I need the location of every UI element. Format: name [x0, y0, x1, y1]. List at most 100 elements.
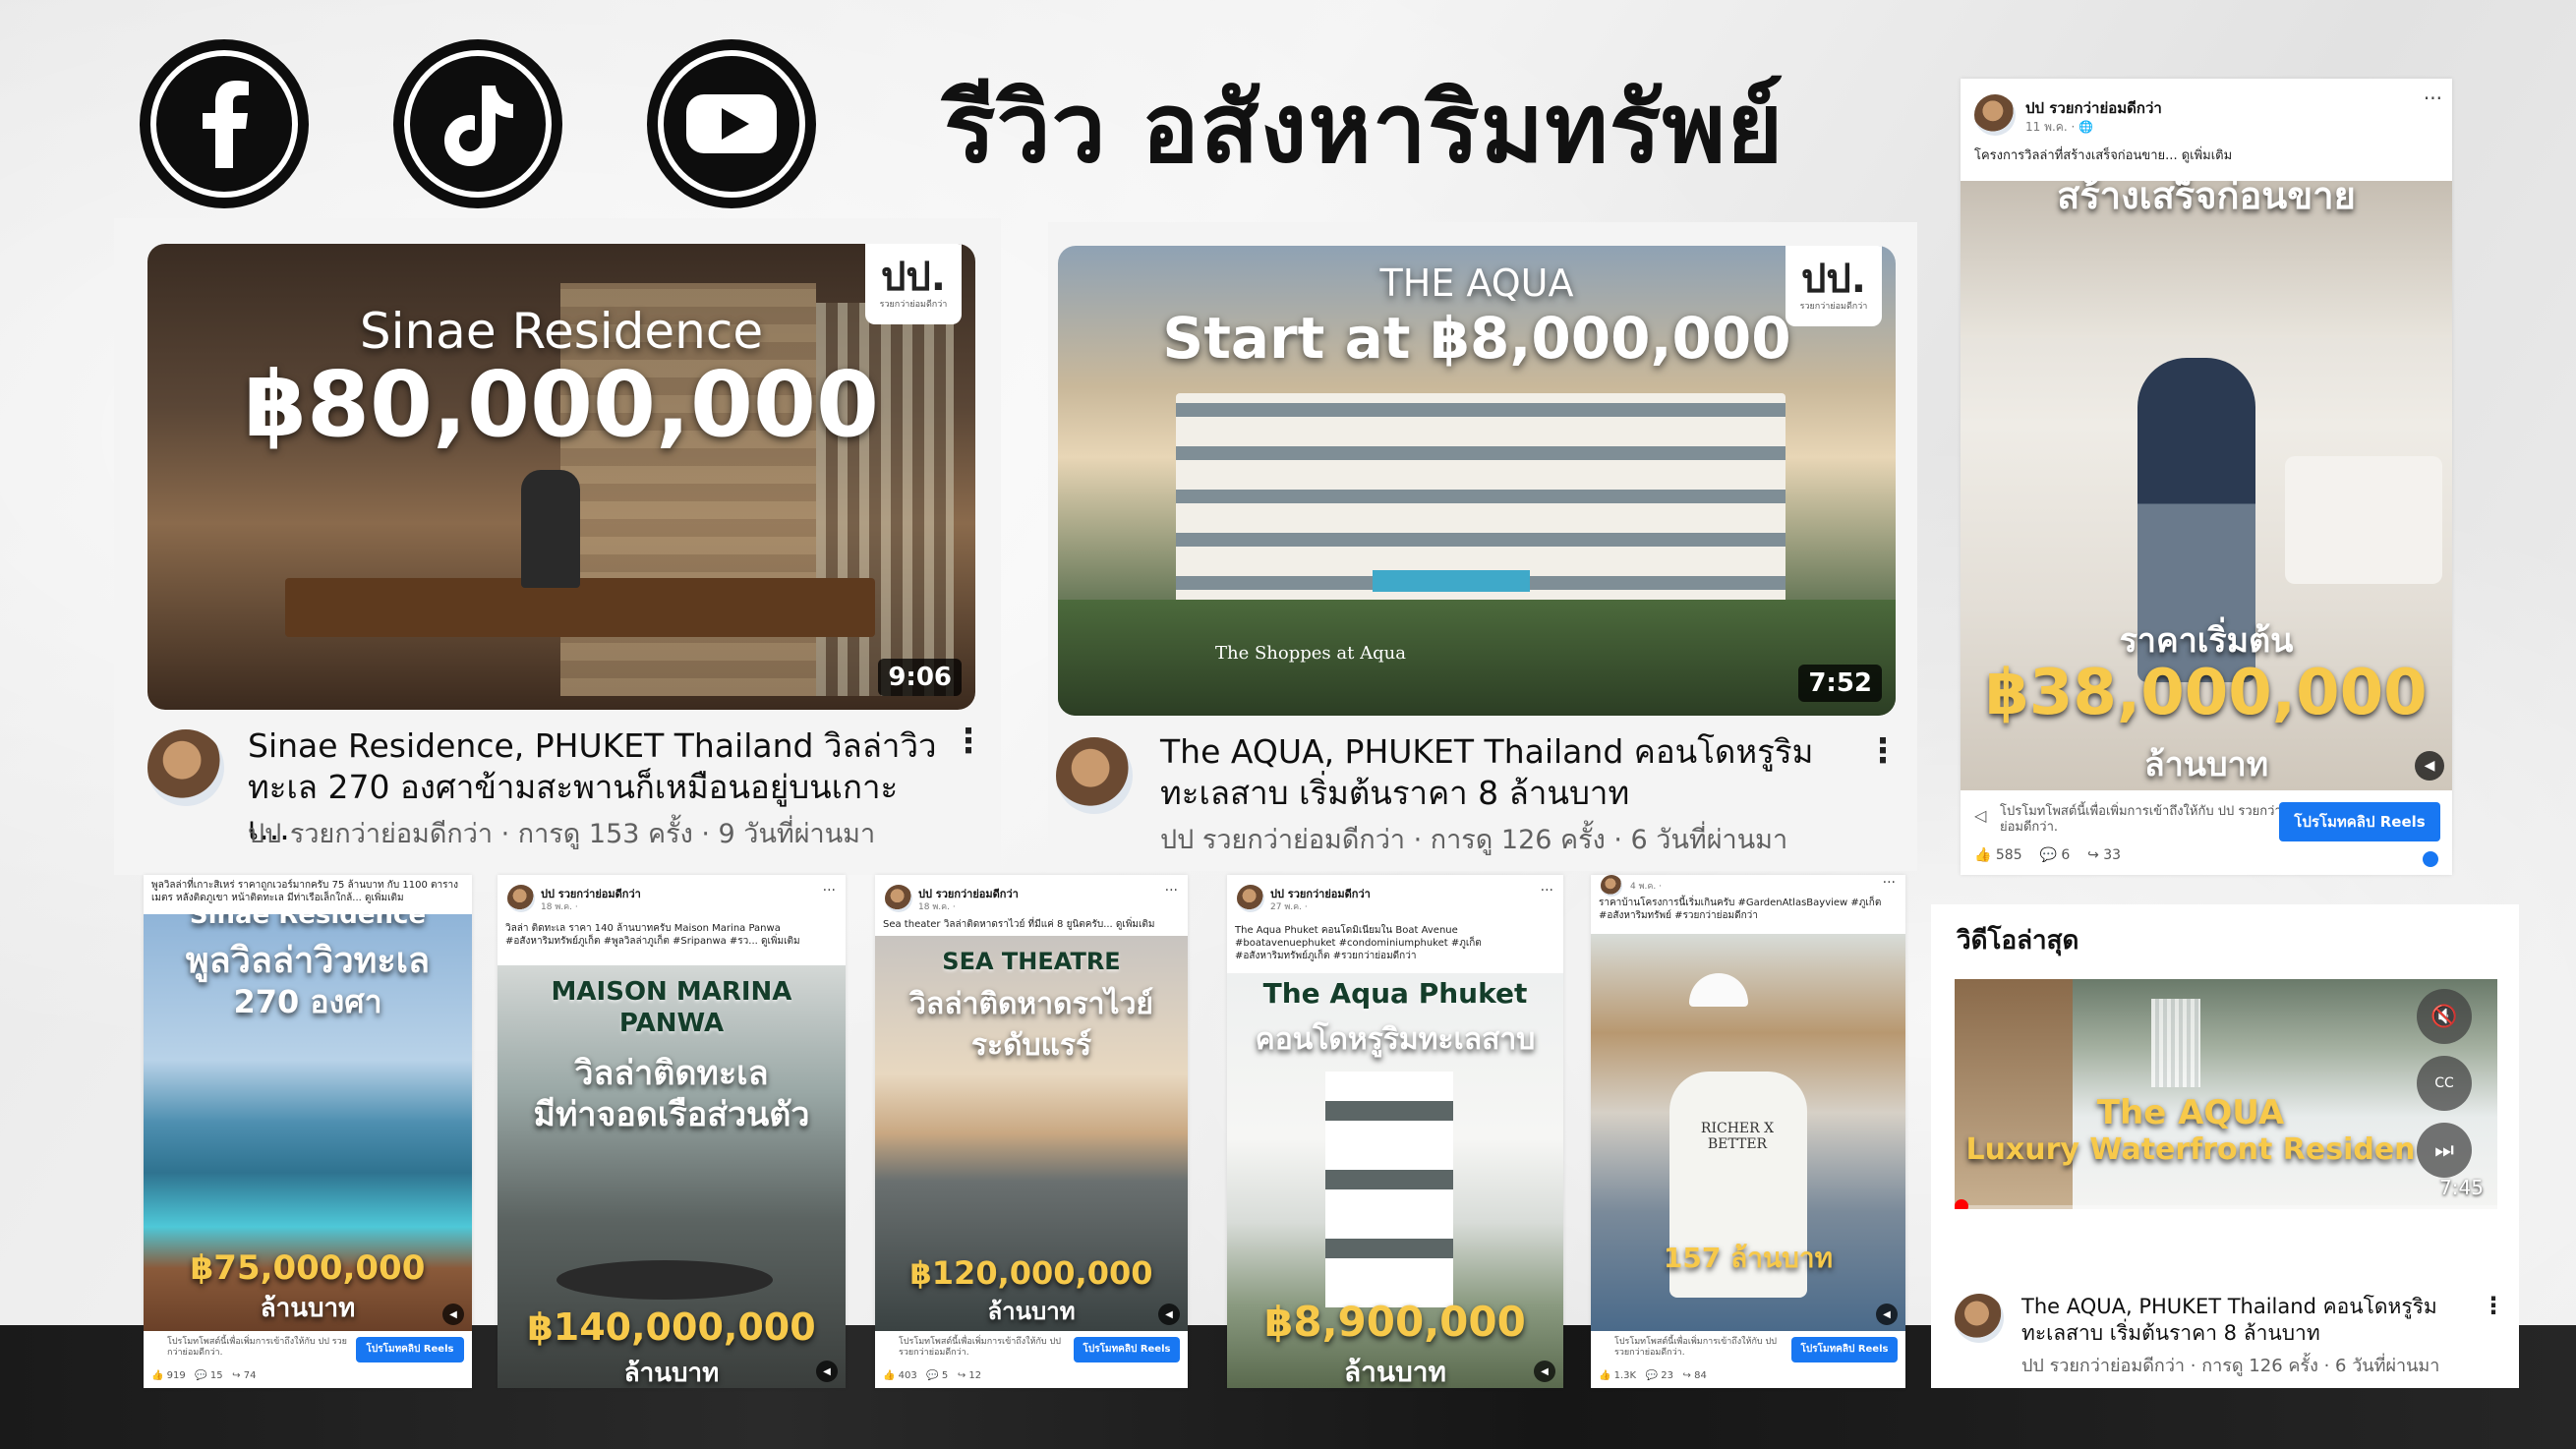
reel-overlay-line: วิลล่าติดหาดราไวย์ — [909, 987, 1153, 1021]
sofa — [2285, 456, 2442, 584]
mute-icon[interactable]: ◀ — [2415, 751, 2444, 781]
facebook-reel-post[interactable]: ปป รวยกว่าย่อมดีกว่า 18 พ.ค. · ··· วิลล่… — [498, 875, 846, 1388]
author-avatar[interactable] — [1601, 875, 1622, 897]
mute-icon[interactable]: ◀ — [1534, 1361, 1555, 1382]
tiktok-icon[interactable] — [393, 39, 562, 208]
mute-icon[interactable]: ◀ — [1876, 1304, 1898, 1325]
post-caption[interactable]: วิลล่า ติดทะเล ราคา 140 ล้านบาทครับ Mais… — [505, 922, 826, 948]
progress-track[interactable] — [1955, 1205, 2497, 1209]
post-date: 4 พ.ค. · — [1630, 882, 1662, 892]
video-thumbnail[interactable]: Sinae Residence ฿80,000,000 ปป. รวยกว่าย่… — [147, 244, 975, 710]
post-date: 11 พ.ค. · 🌐 — [2025, 120, 2094, 134]
facebook-reel-post[interactable]: ปป รวยกว่าย่อมดีกว่า 27 พ.ค. · ··· The A… — [1227, 875, 1563, 1388]
reel-video[interactable]: RICHER X BETTER 157 ล้านบาท ◀ — [1591, 934, 1905, 1331]
reel-video[interactable]: SEA THEATRE วิลล่าติดหาดราไวย์ ระดับแรร์… — [875, 936, 1188, 1331]
author-name[interactable]: ปป รวยกว่าย่อมดีกว่า — [2025, 96, 2162, 120]
post-header: ปป รวยกว่าย่อมดีกว่า 18 พ.ค. · ··· วิลล่… — [498, 875, 846, 965]
comment-icon[interactable]: 💬 — [2039, 847, 2056, 863]
chandelier — [2151, 999, 2200, 1087]
reel-overlay-line: The Aqua Phuket — [1262, 977, 1528, 1010]
mute-icon[interactable]: ◀ — [1158, 1304, 1180, 1325]
video-title[interactable]: The AQUA, PHUKET Thailand คอนโดหรูริม ทะ… — [2021, 1294, 2454, 1347]
post-header: ปป รวยกว่าย่อมดีกว่า 27 พ.ค. · ··· The A… — [1227, 875, 1563, 973]
latest-video-player[interactable]: The AQUA Luxury Waterfront Residen 🔇 CC … — [1955, 979, 2497, 1209]
video-duration: 7:45 — [2439, 1176, 2484, 1199]
reel-overlay-price: ฿8,900,000 — [1264, 1298, 1526, 1346]
hard-hat — [1689, 973, 1748, 1007]
latest-video-panel: วิดีโอล่าสุด The AQUA Luxury Waterfront … — [1931, 904, 2519, 1388]
promote-reels-button[interactable]: โปรโมทคลิป Reels — [356, 1337, 464, 1362]
channel-avatar[interactable] — [1955, 1294, 2004, 1343]
reel-video[interactable]: Sinae Residence พูลวิลล่าวิวทะเล 270 องศ… — [144, 914, 472, 1331]
comment-count: 6 — [2061, 847, 2071, 863]
post-caption[interactable]: ราคาบ้านโครงการนี้เริ่มเกินครับ #GardenA… — [1599, 897, 1898, 922]
post-caption[interactable]: พูลวิลล่าที่เกาะสิเหร่ ราคาถูกเวอร์มากคร… — [151, 879, 472, 904]
more-icon[interactable]: ··· — [1541, 883, 1553, 898]
more-icon[interactable]: ··· — [1165, 883, 1178, 898]
thumbnail-price: ฿80,000,000 — [243, 352, 880, 457]
post-caption[interactable]: The Aqua Phuket คอนโดมิเนียมใน Boat Aven… — [1235, 924, 1555, 962]
mute-icon[interactable]: ◀ — [816, 1361, 838, 1382]
post-date: 27 พ.ค. · — [1270, 902, 1308, 912]
video-thumbnail[interactable]: THE AQUA Start at ฿8,000,000 The Shoppes… — [1058, 246, 1896, 716]
post-caption[interactable]: โครงการวิลล่าที่สร้างเสร็จก่อนขาย... ดูเ… — [1974, 149, 2446, 162]
post-footer: ◁ โปรโมทโพสต์นี้เพื่อเพิ่มการเข้าถึงให้ก… — [1961, 790, 2452, 875]
youtube-video-card[interactable]: Sinae Residence ฿80,000,000 ปป. รวยกว่าย่… — [114, 218, 1001, 875]
channel-logo: ปป. รวยกว่าย่อมดีกว่า — [1786, 246, 1882, 326]
author-avatar[interactable] — [1974, 94, 2016, 136]
promote-text: โปรโมทโพสต์นี้เพื่อเพิ่มการเข้าถึงให้กับ… — [899, 1337, 1061, 1358]
thumbnail-price: Start at ฿8,000,000 — [1162, 305, 1791, 372]
reel-video[interactable]: สร้างเสร็จก่อนขาย ราคาเริ่มต้น ฿38,000,0… — [1961, 181, 2452, 790]
reel-video[interactable]: MAISON MARINA PANWA วิลล่าติดทะเล มีท่าจ… — [498, 965, 846, 1388]
more-options-icon[interactable]: ⋮ — [1866, 731, 1900, 771]
reel-overlay-unit: ล้านบาท — [1344, 1356, 1446, 1388]
promote-reels-button[interactable]: โปรโมทคลิป Reels — [2279, 802, 2440, 841]
more-options-icon[interactable]: ⋮ — [952, 722, 985, 761]
video-meta: ปป รวยกว่าย่อมดีกว่า · การดู 126 ครั้ง ·… — [1160, 825, 1788, 855]
palm-garden — [1058, 600, 1896, 716]
channel-avatar[interactable] — [1056, 737, 1133, 814]
mute-icon[interactable]: ◀ — [442, 1304, 464, 1325]
author-avatar[interactable] — [507, 885, 535, 912]
balconies — [1325, 1072, 1453, 1307]
author-avatar[interactable] — [885, 885, 912, 912]
reel-video[interactable]: The Aqua Phuket คอนโดหรูริมทะเลสาบ ฿8,90… — [1227, 973, 1563, 1388]
channel-avatar[interactable] — [147, 729, 224, 806]
youtube-icon[interactable] — [647, 39, 816, 208]
reel-overlay-line: MAISON MARINA — [551, 977, 792, 1007]
facebook-icon[interactable] — [140, 39, 309, 208]
youtube-video-card[interactable]: THE AQUA Start at ฿8,000,000 The Shoppes… — [1048, 222, 1917, 871]
pool — [1373, 570, 1530, 592]
facebook-reel-post[interactable]: ปป รวยกว่าย่อมดีกว่า 18 พ.ค. · ··· Sea t… — [875, 875, 1188, 1388]
like-icon[interactable]: 👍 — [1974, 847, 1991, 863]
latest-video-heading: วิดีโอล่าสุด — [1957, 926, 2079, 956]
video-title[interactable]: The AQUA, PHUKET Thailand คอนโดหรูริม ทะ… — [1160, 731, 1848, 814]
facebook-reel-post[interactable]: ปป รวยกว่าย่อมดีกว่า 11 พ.ค. · 🌐 ··· โคร… — [1961, 79, 2452, 875]
reel-overlay-unit: ล้านบาท — [260, 1294, 356, 1323]
more-icon[interactable]: ··· — [1883, 875, 1896, 891]
page-title: รีวิว อสังหาริมทรัพย์ — [944, 73, 1785, 185]
facebook-reel-post[interactable]: 4 พ.ค. · ··· ราคาบ้านโครงการนี้เริ่มเกิน… — [1591, 875, 1905, 1388]
post-header: ปป รวยกว่าย่อมดีกว่า 11 พ.ค. · 🌐 ··· โคร… — [1961, 79, 2452, 181]
post-caption[interactable]: Sea theater วิลล่าติดหาดราไวย์ ที่มีแค่ … — [883, 918, 1178, 931]
promote-reels-button[interactable]: โปรโมทคลิป Reels — [1791, 1337, 1898, 1362]
mute-icon[interactable]: 🔇 — [2417, 989, 2472, 1044]
share-icon[interactable]: ↪ — [2087, 847, 2099, 863]
shirt-text: RICHER X BETTER — [1700, 1121, 1775, 1152]
more-icon[interactable]: ··· — [2424, 87, 2442, 110]
video-meta: ปป รวยกว่าย่อมดีกว่า · การดู 153 ครั้ง ·… — [248, 819, 876, 849]
promote-text: โปรโมทโพสต์นี้เพื่อเพิ่มการเข้าถึงให้กับ… — [167, 1337, 347, 1358]
more-icon[interactable]: ··· — [823, 883, 836, 898]
captions-icon[interactable]: CC — [2417, 1056, 2472, 1111]
progress-handle[interactable] — [1955, 1199, 1968, 1209]
author-avatar[interactable] — [1237, 885, 1264, 912]
reel-overlay-unit: ล้านบาท — [623, 1359, 720, 1388]
promote-reels-button[interactable]: โปรโมทคลิป Reels — [1074, 1337, 1180, 1362]
skip-forward-icon[interactable]: ⏭ — [2417, 1123, 2472, 1178]
video-duration: 7:52 — [1798, 665, 1882, 702]
facebook-reel-post[interactable]: พูลวิลล่าที่เกาะสิเหร่ ราคาถูกเวอร์มากคร… — [144, 875, 472, 1388]
post-header: 4 พ.ค. · ··· ราคาบ้านโครงการนี้เริ่มเกิน… — [1591, 875, 1905, 934]
latest-overlay-title: The AQUA — [2096, 1093, 2285, 1132]
reel-overlay-line: ระดับแรร์ — [970, 1028, 1092, 1063]
more-options-icon[interactable]: ⋮ — [2482, 1292, 2505, 1319]
